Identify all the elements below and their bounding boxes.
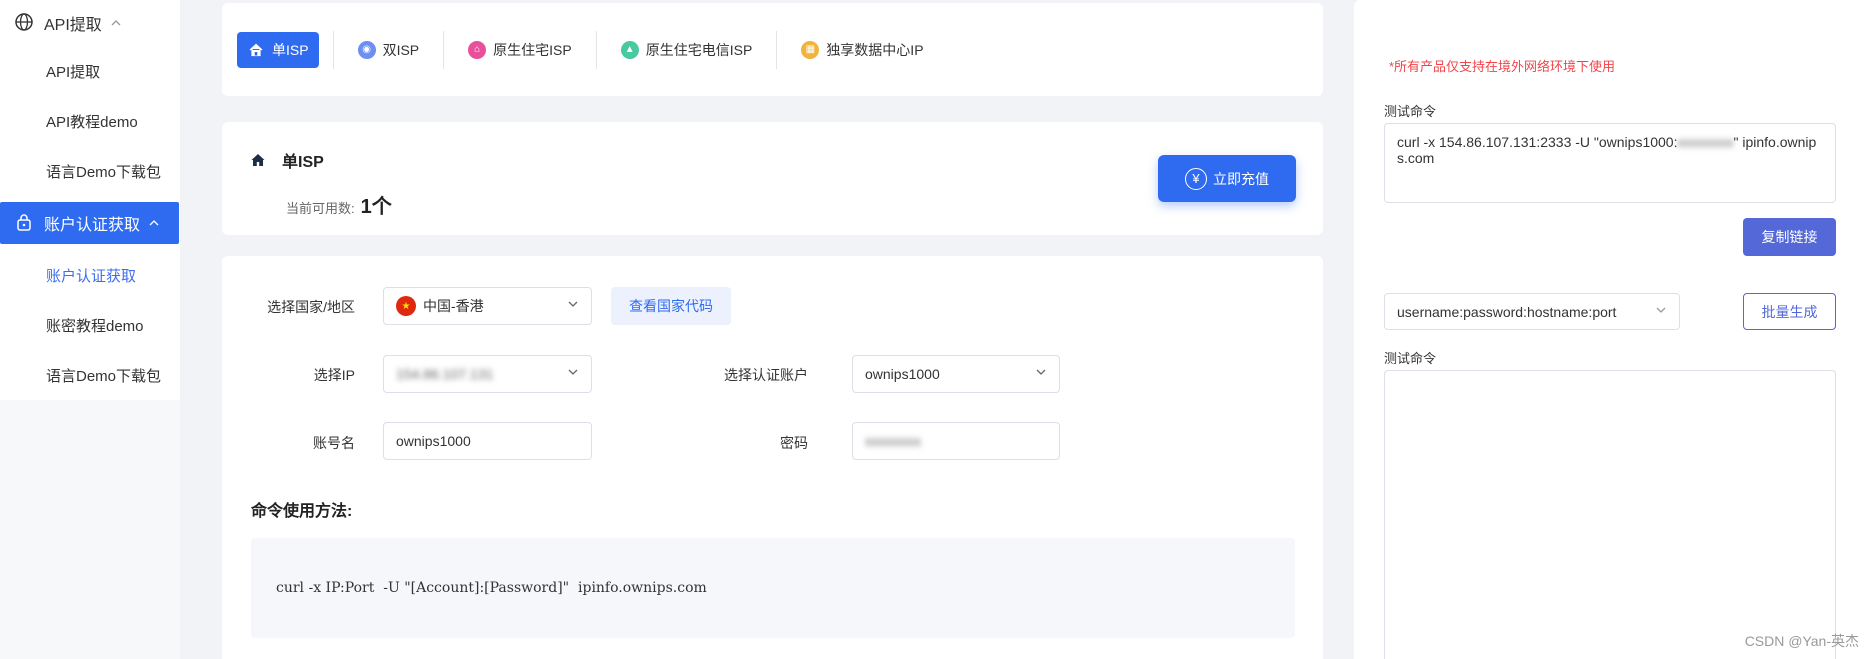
password-value: xxxxxxxx	[865, 433, 921, 449]
tab-divider	[595, 30, 597, 69]
lock-icon	[14, 212, 36, 234]
test-command-prefix: curl -x 154.86.107.131:2333 -U "ownips10…	[1397, 134, 1678, 150]
recharge-label: 立即充值	[1213, 170, 1269, 187]
telecom-icon: ▲	[620, 40, 639, 59]
chevron-up-icon	[148, 219, 160, 227]
format-select[interactable]: username:password:hostname:port	[1384, 293, 1680, 330]
auth-account-label: 选择认证账户	[724, 367, 808, 383]
format-value: username:password:hostname:port	[1397, 303, 1617, 320]
test-command-panel: *所有产品仅支持在境外网络环境下使用 测试命令 curl -x 154.86.1…	[1354, 0, 1873, 659]
chevron-down-icon	[567, 300, 579, 308]
available-count: 当前可用数: 1个	[286, 190, 392, 219]
tab-label: 单ISP	[272, 41, 309, 58]
sidebar-group-label: 账户认证获取	[44, 217, 141, 234]
tab-label: 原生住宅电信ISP	[645, 41, 753, 58]
account-name-field[interactable]: ownips1000	[383, 422, 592, 460]
tab-divider	[443, 30, 445, 69]
test-command-label-2: 测试命令	[1384, 351, 1437, 366]
product-title: 单ISP	[250, 148, 324, 172]
product-title-text: 单ISP	[282, 154, 324, 171]
auth-account-select[interactable]: ownips1000	[852, 355, 1060, 393]
available-label: 当前可用数:	[286, 201, 355, 216]
watermark: CSDN @Yan-英杰	[1744, 633, 1859, 649]
sidebar-item-api-extract[interactable]: API提取	[0, 46, 180, 96]
sidebar-item-api-lang-demo[interactable]: 语言Demo下载包	[0, 146, 180, 196]
country-label: 选择国家/地区	[267, 299, 355, 315]
china-flag-icon: ★	[396, 296, 416, 316]
usage-code-block: curl -x IP:Port -U "[Account]:[Password]…	[251, 538, 1295, 638]
product-info-card: 单ISP 当前可用数: 1个 ¥ 立即充值	[222, 122, 1323, 235]
tab-dual-isp[interactable]: ◉ 双ISP	[348, 32, 430, 68]
batch-command-textarea[interactable]	[1384, 370, 1836, 659]
tab-label: 原生住宅ISP	[493, 41, 572, 58]
tab-label: 双ISP	[382, 41, 420, 58]
copy-link-button[interactable]: 复制链接	[1743, 218, 1836, 256]
sidebar-item-auth-lang-demo[interactable]: 语言Demo下载包	[0, 350, 180, 400]
residential-icon: ⌂	[468, 40, 487, 59]
sidebar-group-label: API提取	[44, 17, 102, 34]
yen-icon: ¥	[1185, 167, 1207, 190]
sidebar: API提取 API提取 API教程demo 语言Demo下载包 账户认证获取 账…	[0, 0, 180, 659]
country-value: 中国-香港	[423, 298, 484, 314]
product-tabs: 单ISP ◉ 双ISP ⌂ 原生住宅ISP ▲ 原生住宅电信ISP ▦ 独享数据…	[222, 3, 1323, 96]
product-tabs-card: 单ISP ◉ 双ISP ⌂ 原生住宅ISP ▲ 原生住宅电信ISP ▦ 独享数据…	[222, 3, 1323, 96]
tab-datacenter-ip[interactable]: ▦ 独享数据中心IP	[791, 32, 933, 68]
available-value: 1个	[360, 196, 392, 218]
chevron-up-icon	[110, 19, 122, 27]
batch-generate-button[interactable]: 批量生成	[1743, 293, 1836, 330]
overseas-notice: *所有产品仅支持在境外网络环境下使用	[1389, 59, 1616, 74]
test-command-label: 测试命令	[1384, 104, 1437, 119]
account-name-value: ownips1000	[396, 433, 471, 449]
tab-single-isp[interactable]: 单ISP	[237, 31, 319, 68]
auth-form-card: 选择国家/地区 ★ 中国-香港 查看国家代码 选择IP 154.86.107.1…	[222, 256, 1323, 659]
ip-label: 选择IP	[313, 367, 355, 383]
test-command-secret: xxxxxxxx	[1677, 134, 1734, 150]
tab-divider	[776, 30, 778, 69]
tab-label: 独享数据中心IP	[826, 41, 924, 58]
sidebar-item-account-auth[interactable]: 账户认证获取	[0, 250, 180, 300]
globe-icon	[14, 12, 36, 34]
password-label: 密码	[780, 435, 808, 451]
auth-account-value: ownips1000	[865, 366, 940, 382]
chevron-down-icon	[1655, 306, 1667, 314]
ip-select[interactable]: 154.86.107.131	[383, 355, 592, 393]
sidebar-group-account-auth[interactable]: 账户认证获取	[0, 202, 179, 244]
test-command-box[interactable]: curl -x 154.86.107.131:2333 -U "ownips10…	[1384, 123, 1836, 203]
password-field[interactable]: xxxxxxxx	[852, 422, 1060, 460]
sidebar-group-api[interactable]: API提取	[0, 0, 180, 46]
usage-title: 命令使用方法:	[251, 503, 353, 520]
recharge-button[interactable]: ¥ 立即充值	[1158, 155, 1296, 202]
tab-residential-isp[interactable]: ⌂ 原生住宅ISP	[458, 32, 582, 68]
sidebar-item-api-demo[interactable]: API教程demo	[0, 96, 180, 146]
country-select[interactable]: ★ 中国-香港	[383, 287, 592, 325]
sidebar-item-auth-demo[interactable]: 账密教程demo	[0, 300, 180, 350]
tab-residential-telecom-isp[interactable]: ▲ 原生住宅电信ISP	[611, 32, 763, 68]
dual-isp-icon: ◉	[357, 40, 376, 59]
home-icon	[250, 152, 266, 168]
view-country-code-button[interactable]: 查看国家代码	[611, 287, 731, 325]
sidebar-menu: API提取 API提取 API教程demo 语言Demo下载包 账户认证获取 账…	[0, 0, 180, 400]
datacenter-icon: ▦	[801, 40, 820, 59]
chevron-down-icon	[567, 368, 579, 376]
tab-divider	[332, 30, 334, 69]
home-icon	[247, 41, 265, 59]
ip-value: 154.86.107.131	[396, 366, 494, 382]
account-name-label: 账号名	[313, 435, 355, 451]
chevron-down-icon	[1035, 368, 1047, 376]
